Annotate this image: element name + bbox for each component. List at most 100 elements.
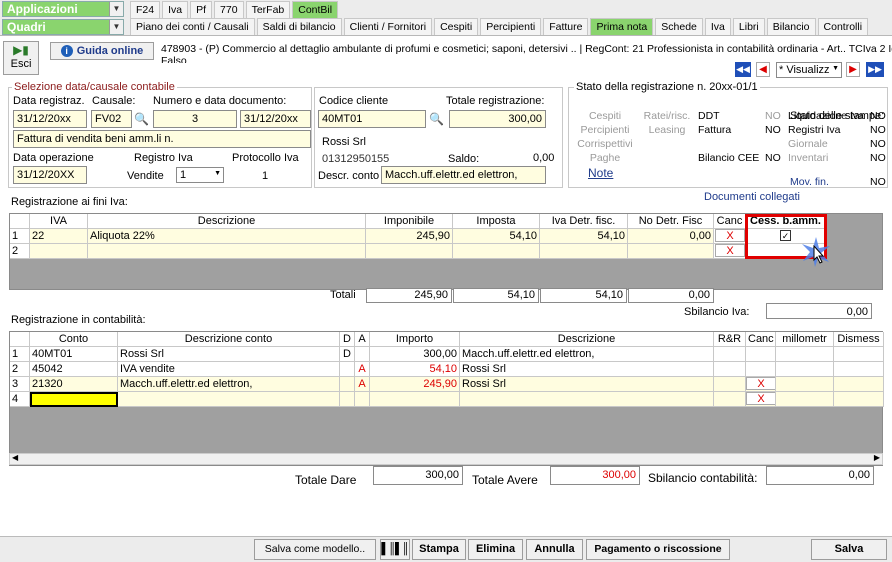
tab-contbil[interactable]: ContBil xyxy=(292,1,339,18)
cont-cell-desc[interactable] xyxy=(118,392,340,407)
cont-cell-d[interactable]: D xyxy=(340,347,355,362)
delete-row-button[interactable]: X xyxy=(715,244,745,257)
cont-cell-conto[interactable]: 40MT01 xyxy=(30,347,118,362)
cont-cell-conto[interactable] xyxy=(30,392,118,407)
prev-record-button[interactable]: ◀ xyxy=(756,62,770,77)
cont-cell-desc2[interactable]: Rossi Srl xyxy=(460,377,714,392)
salva-modello-button[interactable]: Salva come modello.. xyxy=(254,539,376,560)
causale-field[interactable]: FV02 xyxy=(91,110,132,128)
cont-cell-d[interactable] xyxy=(340,362,355,377)
tab-cespiti[interactable]: Cespiti xyxy=(434,18,479,35)
stato-cell: NO xyxy=(765,124,781,136)
cont-cell-imp[interactable] xyxy=(370,392,460,407)
canc-cell xyxy=(746,362,776,377)
causale-label: Causale: xyxy=(92,95,136,107)
tab-770[interactable]: 770 xyxy=(214,1,244,18)
last-record-button[interactable]: ▶▶ xyxy=(866,62,884,77)
empty-cell xyxy=(714,362,746,377)
tab-iva[interactable]: Iva xyxy=(704,18,731,35)
cont-cell-imp[interactable]: 54,10 xyxy=(370,362,460,377)
guida-online-button[interactable]: i Guida online xyxy=(50,42,154,60)
cont-cell-d[interactable] xyxy=(340,392,355,407)
annulla-button[interactable]: Annulla xyxy=(526,539,583,560)
cont-cell-imp[interactable]: 300,00 xyxy=(370,347,460,362)
delete-row-button[interactable]: X xyxy=(746,392,775,405)
quadri-dropdown[interactable]: Quadri ▼ xyxy=(2,19,124,35)
descr-conto-field[interactable]: Macch.uff.elettr.ed elettron, xyxy=(381,166,546,184)
cont-cell-n: 2 xyxy=(10,362,30,377)
tab-controlli[interactable]: Controlli xyxy=(817,18,869,35)
iva-cell-iva[interactable] xyxy=(30,244,88,259)
tab-terfab[interactable]: TerFab xyxy=(245,1,291,18)
cont-cell-a[interactable] xyxy=(355,392,370,407)
data-operazione-field[interactable]: 31/12/20XX xyxy=(13,166,87,184)
tab-libri[interactable]: Libri xyxy=(732,18,765,35)
cont-cell-desc[interactable]: Rossi Srl xyxy=(118,347,340,362)
iva-cell-desc[interactable] xyxy=(88,244,366,259)
empty-cell xyxy=(714,347,746,362)
codice-cliente-field[interactable]: 40MT01 xyxy=(318,110,426,128)
codice-cliente-label: Codice cliente xyxy=(319,95,389,107)
delete-row-button[interactable]: X xyxy=(715,229,745,242)
stato-cell: Inventari xyxy=(788,152,829,164)
registro-number-select[interactable]: 1 ▼ xyxy=(176,167,224,183)
tab-percipienti[interactable]: Percipienti xyxy=(480,18,542,35)
iva-cell-imp[interactable] xyxy=(366,244,453,259)
barcode-icon[interactable]: ▌║▌║ xyxy=(380,539,410,560)
descrizione-field[interactable]: Fattura di vendita beni amm.li n. xyxy=(13,130,311,148)
search-icon[interactable]: 🔍 xyxy=(429,112,444,126)
totale-registrazione-field[interactable]: 300,00 xyxy=(449,110,546,128)
tab-clienti-fornitori[interactable]: Clienti / Fornitori xyxy=(343,18,433,35)
applicazioni-dropdown[interactable]: Applicazioni ▼ xyxy=(2,1,124,17)
delete-row-button[interactable]: X xyxy=(746,377,775,390)
tab-prima-nota[interactable]: Prima nota xyxy=(590,18,654,35)
horizontal-scrollbar[interactable]: ◀ ▶ xyxy=(9,453,883,465)
documenti-collegati-link[interactable]: Documenti collegati xyxy=(704,191,800,203)
iva-cell-nodetr[interactable] xyxy=(628,244,714,259)
iva-cell-nodetr[interactable]: 0,00 xyxy=(628,229,714,244)
cont-cell-desc2[interactable]: Macch.uff.elettr.ed elettron, xyxy=(460,347,714,362)
next-record-button[interactable]: ▶ xyxy=(846,62,860,77)
salva-button[interactable]: Salva xyxy=(811,539,887,560)
tab-f24[interactable]: F24 xyxy=(130,1,161,18)
search-icon[interactable]: 🔍 xyxy=(134,112,149,126)
tab-schede[interactable]: Schede xyxy=(655,18,703,35)
scroll-right-icon[interactable]: ▶ xyxy=(874,453,880,462)
cont-cell-a[interactable]: A xyxy=(355,377,370,392)
mov-fin-link[interactable]: Mov. fin. xyxy=(790,176,829,188)
iva-cell-desc[interactable]: Aliquota 22% xyxy=(88,229,366,244)
note-link[interactable]: Note xyxy=(588,166,613,180)
tab-piano-dei-conti-causali[interactable]: Piano dei conti / Causali xyxy=(130,18,255,35)
cont-cell-imp[interactable]: 245,90 xyxy=(370,377,460,392)
tab-fatture[interactable]: Fatture xyxy=(543,18,589,35)
elimina-button[interactable]: Elimina xyxy=(468,539,523,560)
tab-iva[interactable]: Iva xyxy=(162,1,189,18)
iva-cell-iva[interactable]: 22 xyxy=(30,229,88,244)
cont-cell-desc[interactable]: IVA vendite xyxy=(118,362,340,377)
pagamento-riscossione-button[interactable]: Pagamento o riscossione xyxy=(586,539,730,560)
iva-cell-imp[interactable]: 245,90 xyxy=(366,229,453,244)
cont-cell-conto[interactable]: 45042 xyxy=(30,362,118,377)
scroll-left-icon[interactable]: ◀ xyxy=(12,453,18,462)
cont-cell-a[interactable] xyxy=(355,347,370,362)
first-record-button[interactable]: ◀◀ xyxy=(735,62,751,77)
stampa-button[interactable]: Stampa xyxy=(412,539,466,560)
iva-cell-detr[interactable]: 54,10 xyxy=(540,229,628,244)
data-documento-field[interactable]: 31/12/20xx xyxy=(240,110,311,128)
tab-pf[interactable]: Pf xyxy=(190,1,213,18)
tab-bilancio[interactable]: Bilancio xyxy=(766,18,816,35)
esci-button[interactable]: ▶▮ Esci xyxy=(3,41,39,75)
cont-cell-desc2[interactable]: Rossi Srl xyxy=(460,362,714,377)
iva-cell-imposta[interactable]: 54,10 xyxy=(453,229,540,244)
cont-cell-d[interactable] xyxy=(340,377,355,392)
cont-cell-desc2[interactable] xyxy=(460,392,714,407)
data-registrazione-field[interactable]: 31/12/20xx xyxy=(13,110,87,128)
iva-cell-detr[interactable] xyxy=(540,244,628,259)
iva-cell-imposta[interactable] xyxy=(453,244,540,259)
cont-cell-a[interactable]: A xyxy=(355,362,370,377)
tab-saldi-di-bilancio[interactable]: Saldi di bilancio xyxy=(256,18,342,35)
cont-cell-conto[interactable]: 21320 xyxy=(30,377,118,392)
cont-cell-desc[interactable]: Macch.uff.elettr.ed elettron, xyxy=(118,377,340,392)
view-mode-select[interactable]: * Visualizz ▼ xyxy=(776,62,842,78)
numero-documento-field[interactable]: 3 xyxy=(153,110,237,128)
